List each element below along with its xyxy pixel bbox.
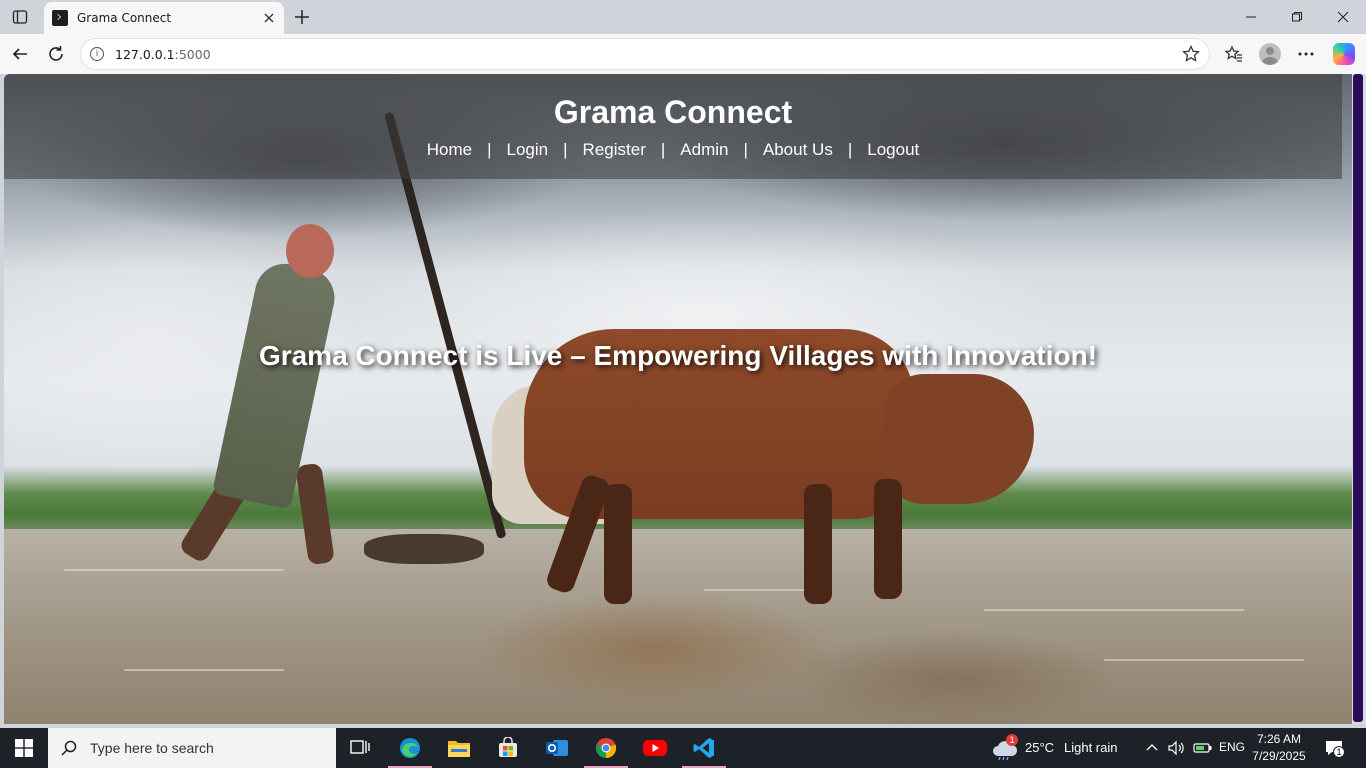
language-indicator[interactable]: ENG (1219, 740, 1245, 754)
microsoft-store-icon[interactable] (484, 728, 532, 768)
chevron-up-icon[interactable] (1144, 740, 1160, 761)
sidebar-toggle-icon[interactable] (8, 5, 32, 29)
battery-icon[interactable] (1193, 740, 1213, 761)
address-bar[interactable]: i 127.0.0.1:5000 (80, 38, 1210, 70)
new-tab-icon[interactable] (290, 5, 314, 29)
task-view-icon[interactable] (336, 728, 384, 768)
hero-headline: Grama Connect is Live – Empowering Villa… (258, 340, 1098, 371)
nav-separator: | (487, 140, 492, 159)
browser-titlebar: Grama Connect (0, 0, 1366, 34)
youtube-icon[interactable] (631, 728, 679, 768)
search-placeholder: Type here to search (90, 740, 214, 756)
vscode-icon[interactable] (680, 728, 728, 768)
windows-start-icon[interactable] (0, 728, 48, 768)
clock-date: 7/29/2025 (1252, 749, 1306, 763)
browser-tab[interactable]: Grama Connect (44, 2, 284, 34)
close-window-icon[interactable] (1320, 0, 1366, 34)
refresh-icon[interactable] (42, 40, 70, 68)
favorites-icon[interactable] (1220, 40, 1248, 68)
notification-icon[interactable]: 1 (1324, 738, 1345, 758)
more-options-icon[interactable] (1292, 40, 1320, 68)
nav-separator: | (743, 140, 748, 159)
profile-avatar[interactable] (1256, 40, 1284, 68)
nav-separator: | (563, 140, 568, 159)
windows-taskbar: Type here to search 1 25°C Light rain EN… (0, 728, 1366, 768)
nav-home[interactable]: Home (427, 140, 472, 160)
restore-icon[interactable] (1274, 0, 1320, 34)
minimize-icon[interactable] (1228, 0, 1274, 34)
nav-register[interactable]: Register (583, 140, 646, 160)
close-tab-icon[interactable] (260, 9, 278, 27)
copilot-icon[interactable] (1330, 40, 1358, 68)
nav-about-us[interactable]: About Us (763, 140, 833, 160)
terminal-favicon-icon (52, 10, 68, 26)
weather-badge: 1 (1006, 734, 1018, 746)
volume-icon[interactable] (1168, 740, 1186, 761)
site-nav: Home | Login | Register | Admin | About … (4, 140, 1342, 160)
favorite-star-icon[interactable] (1181, 44, 1201, 64)
system-clock[interactable]: 7:26 AM 7/29/2025 (1248, 731, 1310, 765)
taskbar-search[interactable]: Type here to search (48, 728, 336, 768)
temperature-label: 25°C (1025, 740, 1055, 755)
site-info-icon[interactable]: i (90, 47, 104, 61)
site-title: Grama Connect (553, 94, 793, 130)
nav-separator: | (660, 140, 666, 159)
weather-label: Light rain (1064, 740, 1118, 755)
notification-count: 1 (1333, 746, 1345, 758)
edge-browser-icon[interactable] (386, 728, 434, 768)
chrome-icon[interactable] (582, 728, 630, 768)
outlook-icon[interactable] (533, 728, 581, 768)
tab-title: Grama Connect (77, 11, 172, 25)
browser-toolbar: i 127.0.0.1:5000 (0, 34, 1366, 74)
nav-separator: | (847, 140, 853, 159)
search-icon (61, 740, 77, 756)
nav-login[interactable]: Login (507, 140, 549, 160)
site-header: Grama Connect Home | Login | Register | … (4, 74, 1342, 179)
nav-logout[interactable]: Logout (867, 140, 919, 160)
weather-cloud-icon[interactable]: 1 (992, 734, 1018, 761)
scrollbar-thumb[interactable] (1353, 74, 1363, 722)
page-viewport: Grama Connect Home | Login | Register | … (4, 74, 1352, 724)
url-text: 127.0.0.1:5000 (115, 47, 211, 62)
clock-time: 7:26 AM (1256, 732, 1302, 746)
file-explorer-icon[interactable] (435, 728, 483, 768)
nav-admin[interactable]: Admin (680, 140, 728, 160)
back-arrow-icon[interactable] (6, 40, 34, 68)
